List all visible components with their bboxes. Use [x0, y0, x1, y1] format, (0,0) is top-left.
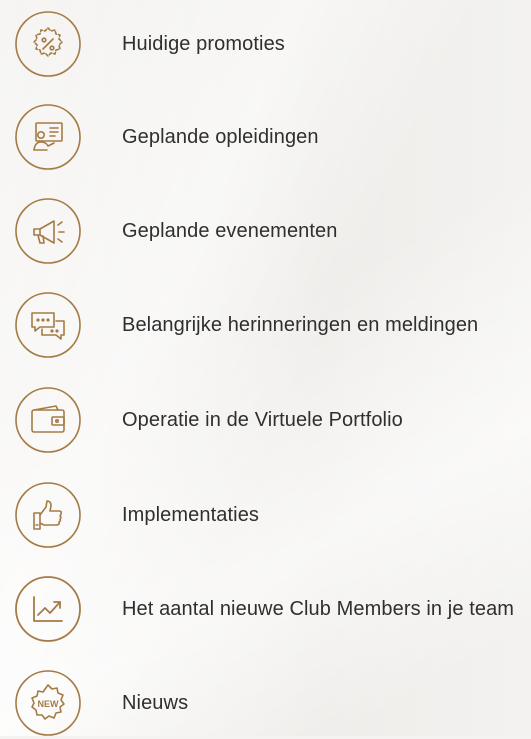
- menu-item-trainings[interactable]: Geplande opleidingen: [14, 101, 319, 173]
- wallet-icon: [14, 386, 82, 454]
- megaphone-icon: [14, 197, 82, 265]
- menu-item-label: Implementaties: [122, 503, 260, 526]
- trend-chart-icon: [14, 575, 82, 643]
- new-badge-text: NEW: [38, 699, 60, 709]
- percent-badge-icon: [14, 10, 82, 78]
- presentation-board-icon: [14, 103, 82, 171]
- menu-item-label: Nieuws: [122, 691, 189, 714]
- menu-item-new-club-members[interactable]: Het aantal nieuwe Club Members in je tea…: [14, 573, 514, 645]
- menu-item-label: Operatie in de Virtuele Portfolio: [122, 408, 403, 431]
- menu-item-reminders[interactable]: Belangrijke herinneringen en meldingen: [14, 289, 478, 361]
- menu-item-label: Geplande opleidingen: [122, 125, 319, 148]
- thumbs-up-icon: [14, 481, 82, 549]
- menu-item-implementations[interactable]: Implementaties: [14, 479, 259, 551]
- menu-item-news[interactable]: NEW Nieuws: [14, 667, 188, 739]
- menu-item-events[interactable]: Geplande evenementen: [14, 195, 338, 267]
- menu-item-promotions[interactable]: Huidige promoties: [14, 8, 285, 80]
- info-menu: Huidige promoties Geplande opleidingen G…: [0, 0, 531, 736]
- menu-item-label: Het aantal nieuwe Club Members in je tea…: [122, 597, 515, 620]
- menu-item-label: Huidige promoties: [122, 32, 285, 55]
- menu-item-label: Belangrijke herinneringen en meldingen: [122, 313, 479, 336]
- chat-bubbles-icon: [14, 291, 82, 359]
- menu-item-label: Geplande evenementen: [122, 219, 338, 242]
- menu-item-virtual-portfolio[interactable]: Operatie in de Virtuele Portfolio: [14, 384, 403, 456]
- new-badge-icon: NEW: [14, 669, 82, 737]
